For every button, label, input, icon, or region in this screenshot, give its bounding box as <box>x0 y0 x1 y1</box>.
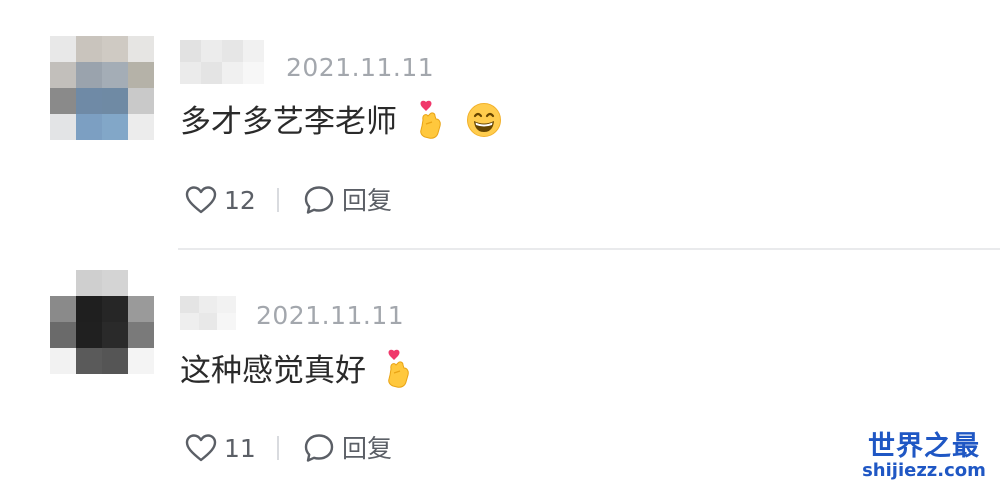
like-count: 12 <box>224 185 256 215</box>
comment-list-page: 2021.11.11 多才多艺李老师 12 回复 2021.11.11 这种感觉… <box>0 0 1000 487</box>
like-button[interactable]: 12 <box>185 180 256 220</box>
action-separator <box>277 436 279 460</box>
speech-bubble-icon <box>304 186 334 214</box>
action-separator <box>277 188 279 212</box>
reply-label: 回复 <box>342 185 393 215</box>
comment-item: 2021.11.11 这种感觉真好 11 回复 <box>0 250 1000 487</box>
like-button[interactable]: 11 <box>185 428 256 468</box>
watermark-title: 世界之最 <box>868 430 980 462</box>
comment-text: 这种感觉真好 <box>180 353 366 389</box>
finger-heart-emoji <box>388 349 409 388</box>
site-watermark: 世界之最 shijiezz.com <box>858 430 990 482</box>
watermark-url: shijiezz.com <box>862 460 986 482</box>
avatar[interactable] <box>50 270 154 374</box>
username-blurred[interactable] <box>180 40 264 84</box>
heart-outline-icon <box>185 186 217 214</box>
like-count: 11 <box>224 433 256 463</box>
username-blurred[interactable] <box>180 296 236 330</box>
comment-item: 2021.11.11 多才多艺李老师 12 回复 <box>0 0 1000 250</box>
reply-button[interactable]: 回复 <box>303 180 392 220</box>
heart-outline-icon <box>185 434 217 462</box>
comment-timestamp: 2021.11.11 <box>256 301 405 330</box>
comment-text: 多才多艺李老师 <box>180 104 397 140</box>
comment-actions: 11 回复 <box>185 428 415 468</box>
reply-label: 回复 <box>342 433 393 463</box>
comment-timestamp: 2021.11.11 <box>286 53 435 82</box>
grinning-face-emoji <box>467 103 501 137</box>
reply-button[interactable]: 回复 <box>303 428 392 468</box>
comment-actions: 12 回复 <box>185 180 415 220</box>
avatar[interactable] <box>50 36 154 140</box>
speech-bubble-icon <box>304 434 334 462</box>
finger-heart-emoji <box>420 100 441 139</box>
